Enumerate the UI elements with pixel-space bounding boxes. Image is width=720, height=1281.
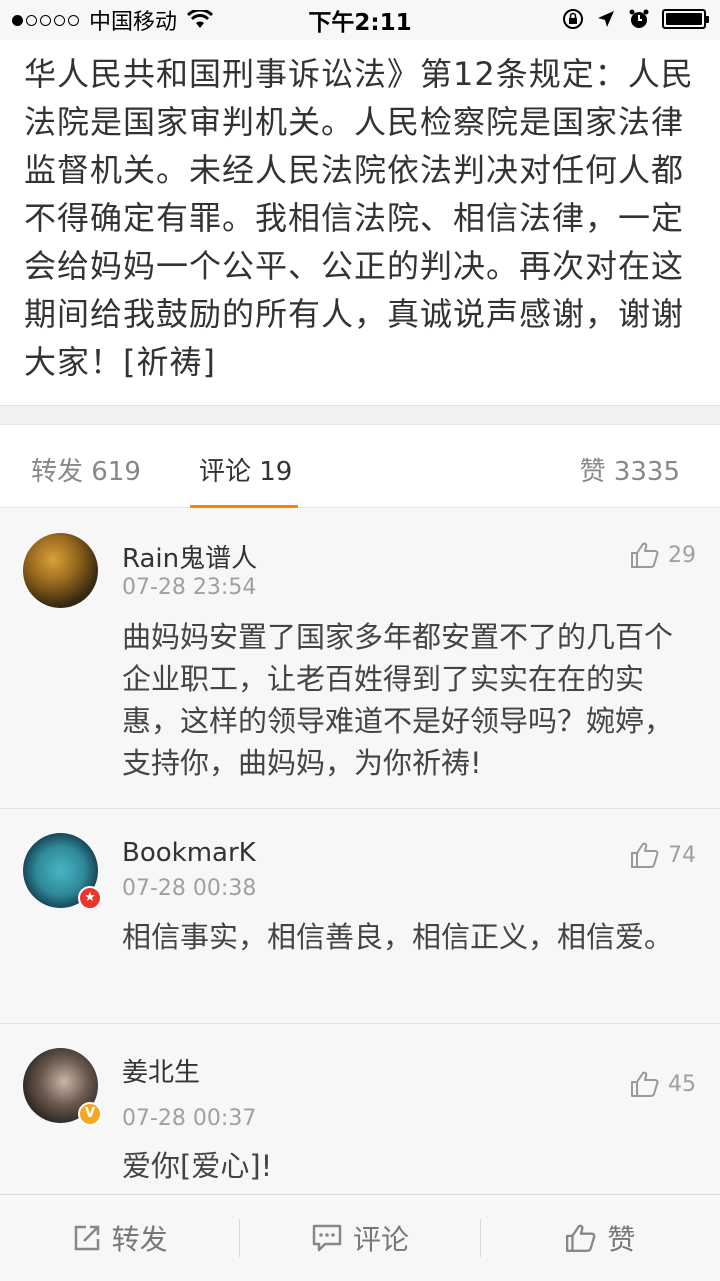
comment-icon (312, 1224, 342, 1252)
status-bar: 中国移动 下午2:11 (0, 0, 720, 40)
comment-text: 相信事实，相信善良，相信正义，相信爱。 (122, 920, 674, 954)
comment-button[interactable]: 评论 (240, 1218, 479, 1258)
battery-icon (662, 9, 709, 29)
comment-like-button[interactable]: 29 (630, 541, 696, 569)
comment-label: 评论 (352, 1223, 409, 1256)
post-tabs: 转发 619 评论 19 赞 3335 (0, 424, 720, 509)
thumbs-up-icon (631, 1071, 659, 1097)
tab-repost[interactable]: 转发 619 (31, 451, 141, 488)
thumbs-up-icon (566, 1224, 596, 1252)
comment-author[interactable]: BookmarK (122, 838, 256, 868)
repost-icon (74, 1225, 99, 1251)
comment-text: 爱你[爱心]! (122, 1149, 273, 1183)
comment-author[interactable]: 姜北生 (122, 1052, 200, 1089)
post-text: 华人民共和国刑事诉讼法》第12条规定：人民法院是国家审判机关。人民检察院是国家法… (24, 55, 694, 381)
verified-badge-icon: ★ (78, 886, 102, 910)
repost-label: 转发 (111, 1223, 168, 1256)
alarm-icon (629, 9, 649, 28)
comment-like-count: 29 (668, 542, 696, 568)
tab-comments[interactable]: 评论 19 (199, 451, 292, 488)
tab-likes[interactable]: 赞 3335 (580, 451, 680, 488)
rotation-lock-icon (563, 9, 583, 29)
thumbs-up-icon (631, 842, 659, 868)
comment-like-count: 45 (668, 1071, 696, 1097)
comment-author[interactable]: Rain鬼谱人 (122, 538, 257, 575)
comment-list: Rain鬼谱人 07-28 23:54 29 曲妈妈安置了国家多年都安置不了的几… (0, 508, 720, 1194)
like-button[interactable]: 赞 (481, 1218, 720, 1258)
comment-item: V 姜北生 07-28 00:37 45 爱你[爱心]! (0, 1024, 720, 1194)
comment-time: 07-28 23:54 (122, 575, 257, 600)
comment-like-count: 74 (668, 842, 696, 868)
verified-badge-icon: V (78, 1102, 102, 1126)
comment-like-button[interactable]: 45 (630, 1070, 696, 1098)
post-body: 华人民共和国刑事诉讼法》第12条规定：人民法院是国家审判机关。人民检察院是国家法… (0, 40, 720, 406)
comment-item: Rain鬼谱人 07-28 23:54 29 曲妈妈安置了国家多年都安置不了的几… (0, 508, 720, 809)
comment-item: ★ BookmarK 07-28 00:38 74 相信事实，相信善良，相信正义… (0, 809, 720, 1024)
location-icon (598, 11, 614, 27)
comment-like-button[interactable]: 74 (630, 841, 696, 869)
repost-button[interactable]: 转发 (0, 1218, 239, 1258)
like-label: 赞 (607, 1223, 636, 1256)
comment-text: 曲妈妈安置了国家多年都安置不了的几百个企业职工，让老百姓得到了实实在在的实惠，这… (122, 620, 674, 780)
thumbs-up-icon (631, 542, 659, 568)
comment-time: 07-28 00:38 (122, 876, 257, 901)
bottom-action-bar: 转发 评论 赞 (0, 1194, 720, 1281)
comment-time: 07-28 00:37 (122, 1106, 257, 1131)
avatar[interactable] (23, 533, 98, 608)
